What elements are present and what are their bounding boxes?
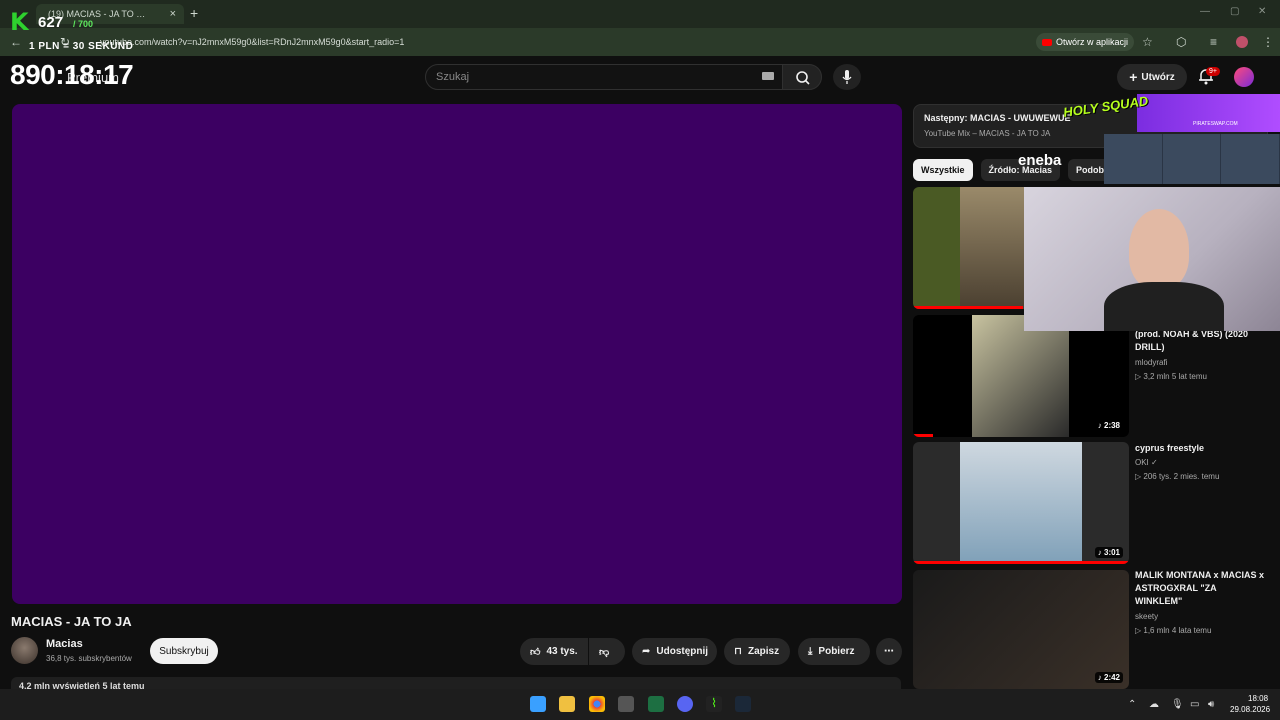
subscriber-count: 36,8 tys. subskrybentów <box>46 654 132 663</box>
windows-taskbar <box>0 689 1280 720</box>
obs-icon[interactable] <box>618 696 634 712</box>
kick-logo: K <box>10 8 29 36</box>
tray-mic-icon[interactable]: 🎙︎ <box>1171 699 1184 710</box>
save-button[interactable]: ⊓ Zapisz <box>724 638 790 665</box>
chrome-icon[interactable] <box>589 696 605 712</box>
recommendation-meta: ▷ 1,6 mln 4 lata temu <box>1135 626 1212 635</box>
sponsor-skins-banner <box>1104 134 1280 184</box>
youtube-icon <box>1042 38 1052 46</box>
steam-icon[interactable] <box>735 696 751 712</box>
thumbs-down-icon: 👎︎ <box>599 646 610 658</box>
plus-icon: + <box>1129 69 1138 85</box>
video-player[interactable] <box>12 104 902 604</box>
new-tab-icon[interactable]: + <box>190 5 198 21</box>
profile-avatar[interactable] <box>1236 36 1248 48</box>
thumbs-up-icon: 👍︎ <box>530 646 541 658</box>
sponsor-logo-eneba: eneba <box>1018 152 1062 169</box>
share-icon: ➦ <box>642 646 651 657</box>
keyboard-icon[interactable] <box>762 72 774 80</box>
video-duration: ♪ 2:38 <box>1094 420 1123 431</box>
recommendation-meta: ▷ 3,2 mln 5 lat temu <box>1135 372 1207 381</box>
sponsor-banner: PIRATESWAP.COM <box>1137 94 1280 132</box>
notification-badge: 9+ <box>1206 67 1220 76</box>
bookmark-icon: ⊓ <box>734 646 742 657</box>
volume-icon[interactable]: 🔊︎ <box>1208 699 1214 710</box>
share-button[interactable]: ➦ Udostępnij <box>632 638 717 665</box>
create-label: Utwórz <box>1141 71 1175 83</box>
recommendation-thumbnail[interactable]: ♪ 2:42 <box>913 570 1129 689</box>
channel-avatar[interactable] <box>11 637 38 664</box>
back-icon[interactable]: ← <box>10 35 22 49</box>
create-button[interactable]: + Utwórz <box>1117 64 1187 90</box>
subscribe-button[interactable]: Subskrybuj <box>150 638 218 664</box>
channel-name[interactable]: Macias <box>46 638 83 650</box>
media-icon[interactable]: ≡ <box>1210 35 1217 49</box>
url-field[interactable]: youtube.com/watch?v=nJ2mnxM59g0&list=RDn… <box>100 37 404 47</box>
search-icon <box>796 71 810 85</box>
donation-rate: 1 PLN = 30 SEKUND <box>29 41 134 52</box>
video-title: MACIAS - JA TO JA <box>11 614 132 629</box>
file-explorer-icon[interactable] <box>559 696 575 712</box>
recommendation-title[interactable]: MALIK MONTANA x MACIAS x ASTROGXRAL "ZA … <box>1135 569 1265 608</box>
close-tab-icon[interactable]: × <box>170 8 176 20</box>
sponsor-url: PIRATESWAP.COM <box>1193 121 1238 127</box>
start-icon[interactable] <box>530 696 546 712</box>
minimize-icon[interactable]: — <box>1200 6 1210 17</box>
voice-search-button[interactable] <box>833 64 861 90</box>
recommendation-title[interactable]: cyprus freestyle <box>1135 442 1265 455</box>
excel-icon[interactable] <box>648 696 664 712</box>
video-duration: ♪ 3:01 <box>1094 547 1123 558</box>
recommendation-channel[interactable]: OKI ✓ <box>1135 458 1158 467</box>
microphone-icon <box>842 70 852 84</box>
close-window-icon[interactable]: ✕ <box>1258 6 1266 17</box>
more-dots-icon: ⋯ <box>884 646 894 657</box>
kick-icon[interactable]: ⌇ <box>706 696 722 712</box>
search-input[interactable]: Szukaj <box>425 64 783 90</box>
sub-goal-count: 627 <box>38 14 64 31</box>
tray-display-icon[interactable]: ▭ <box>1190 699 1199 710</box>
open-in-app-label: Otwórz w aplikacji <box>1056 37 1129 47</box>
recommendation-meta: ▷ 206 tys. 2 mies. temu <box>1135 472 1220 481</box>
discord-icon[interactable] <box>677 696 693 712</box>
clock-time[interactable]: 18:08 <box>1248 694 1268 703</box>
playlist-next-title: Następny: MACIAS - UWUWEWUE <box>924 113 1071 123</box>
sub-goal-target: / 700 <box>73 19 94 29</box>
tray-chevron-icon[interactable]: ⌃ <box>1128 699 1136 710</box>
recommendation-title[interactable]: (prod. NOAH & VBS) (2020 DRILL) <box>1135 328 1265 354</box>
recommendation-thumbnail[interactable]: ♪ 3:01 <box>913 442 1129 564</box>
dislike-button[interactable]: 👎︎ <box>589 638 625 665</box>
like-button[interactable]: 👍︎ 43 tys. <box>520 638 588 665</box>
download-label: Pobierz <box>818 646 855 657</box>
search-placeholder: Szukaj <box>436 71 470 83</box>
video-stats[interactable]: 4,2 mln wyświetleń 5 lat temu <box>11 677 901 689</box>
like-count: 43 tys. <box>546 646 578 657</box>
recommendation-channel[interactable]: mlodyrafi <box>1135 358 1167 367</box>
download-icon: ⤓ <box>808 646 813 657</box>
more-actions-button[interactable]: ⋯ <box>876 638 902 665</box>
download-button[interactable]: ⤓ Pobierz <box>798 638 870 665</box>
maximize-icon[interactable]: ▢ <box>1230 6 1239 17</box>
account-avatar[interactable] <box>1234 67 1254 87</box>
extensions-icon[interactable]: ⬡ <box>1176 35 1186 49</box>
recommendation-thumbnail[interactable]: ♪ 2:38 <box>913 315 1129 437</box>
open-in-app-button[interactable]: Otwórz w aplikacji <box>1036 33 1135 51</box>
video-duration: ♪ 2:42 <box>1094 672 1123 683</box>
streamer-webcam-overlay <box>1024 187 1280 331</box>
share-label: Udostępnij <box>656 646 709 657</box>
bookmark-star-icon[interactable]: ☆ <box>1142 35 1153 49</box>
clock-date[interactable]: 29.08.2026 <box>1230 705 1270 714</box>
playlist-subtitle: YouTube Mix – MACIAS - JA TO JA <box>924 129 1051 138</box>
subathon-timer: 890:18:17 <box>10 59 134 90</box>
recommendation-channel[interactable]: skeety <box>1135 612 1158 621</box>
search-button[interactable] <box>782 64 822 90</box>
save-label: Zapisz <box>747 646 780 657</box>
tray-app-icon[interactable]: ☁ <box>1149 699 1159 710</box>
chip-all[interactable]: Wszystkie <box>913 159 973 181</box>
menu-dots-icon[interactable]: ⋮ <box>1262 35 1274 49</box>
